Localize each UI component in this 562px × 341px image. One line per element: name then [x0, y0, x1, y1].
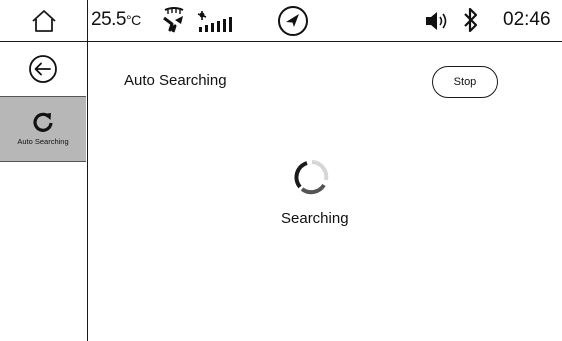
loading-spinner-icon [294, 160, 329, 195]
status-bar: 25.5°C 02:46 [0, 0, 562, 42]
stop-button[interactable]: Stop [432, 66, 498, 98]
bluetooth-icon[interactable] [462, 7, 480, 33]
page-title: Auto Searching [124, 72, 227, 89]
clock: 02:46 [503, 9, 551, 30]
fan-icon[interactable] [195, 10, 235, 34]
back-arrow-icon [29, 55, 57, 83]
refresh-icon [33, 112, 53, 132]
temperature-unit: °C [125, 12, 141, 28]
home-button[interactable] [0, 0, 88, 41]
sidebar: Auto Searching [0, 42, 88, 341]
back-button[interactable] [0, 42, 86, 97]
radio-screen: 25.5°C 02:46 Auto Searching Auto Searchi… [0, 0, 562, 341]
sidebar-item-auto-searching[interactable]: Auto Searching [0, 97, 86, 162]
temperature-display: 25.5°C [91, 9, 141, 31]
home-icon [31, 9, 56, 32]
defrost-icon[interactable] [161, 6, 187, 34]
temperature-value: 25.5 [91, 9, 126, 30]
volume-icon[interactable] [424, 11, 452, 31]
navigation-icon[interactable] [277, 5, 309, 37]
sidebar-item-label: Auto Searching [17, 137, 69, 146]
searching-status-text: Searching [281, 210, 349, 227]
